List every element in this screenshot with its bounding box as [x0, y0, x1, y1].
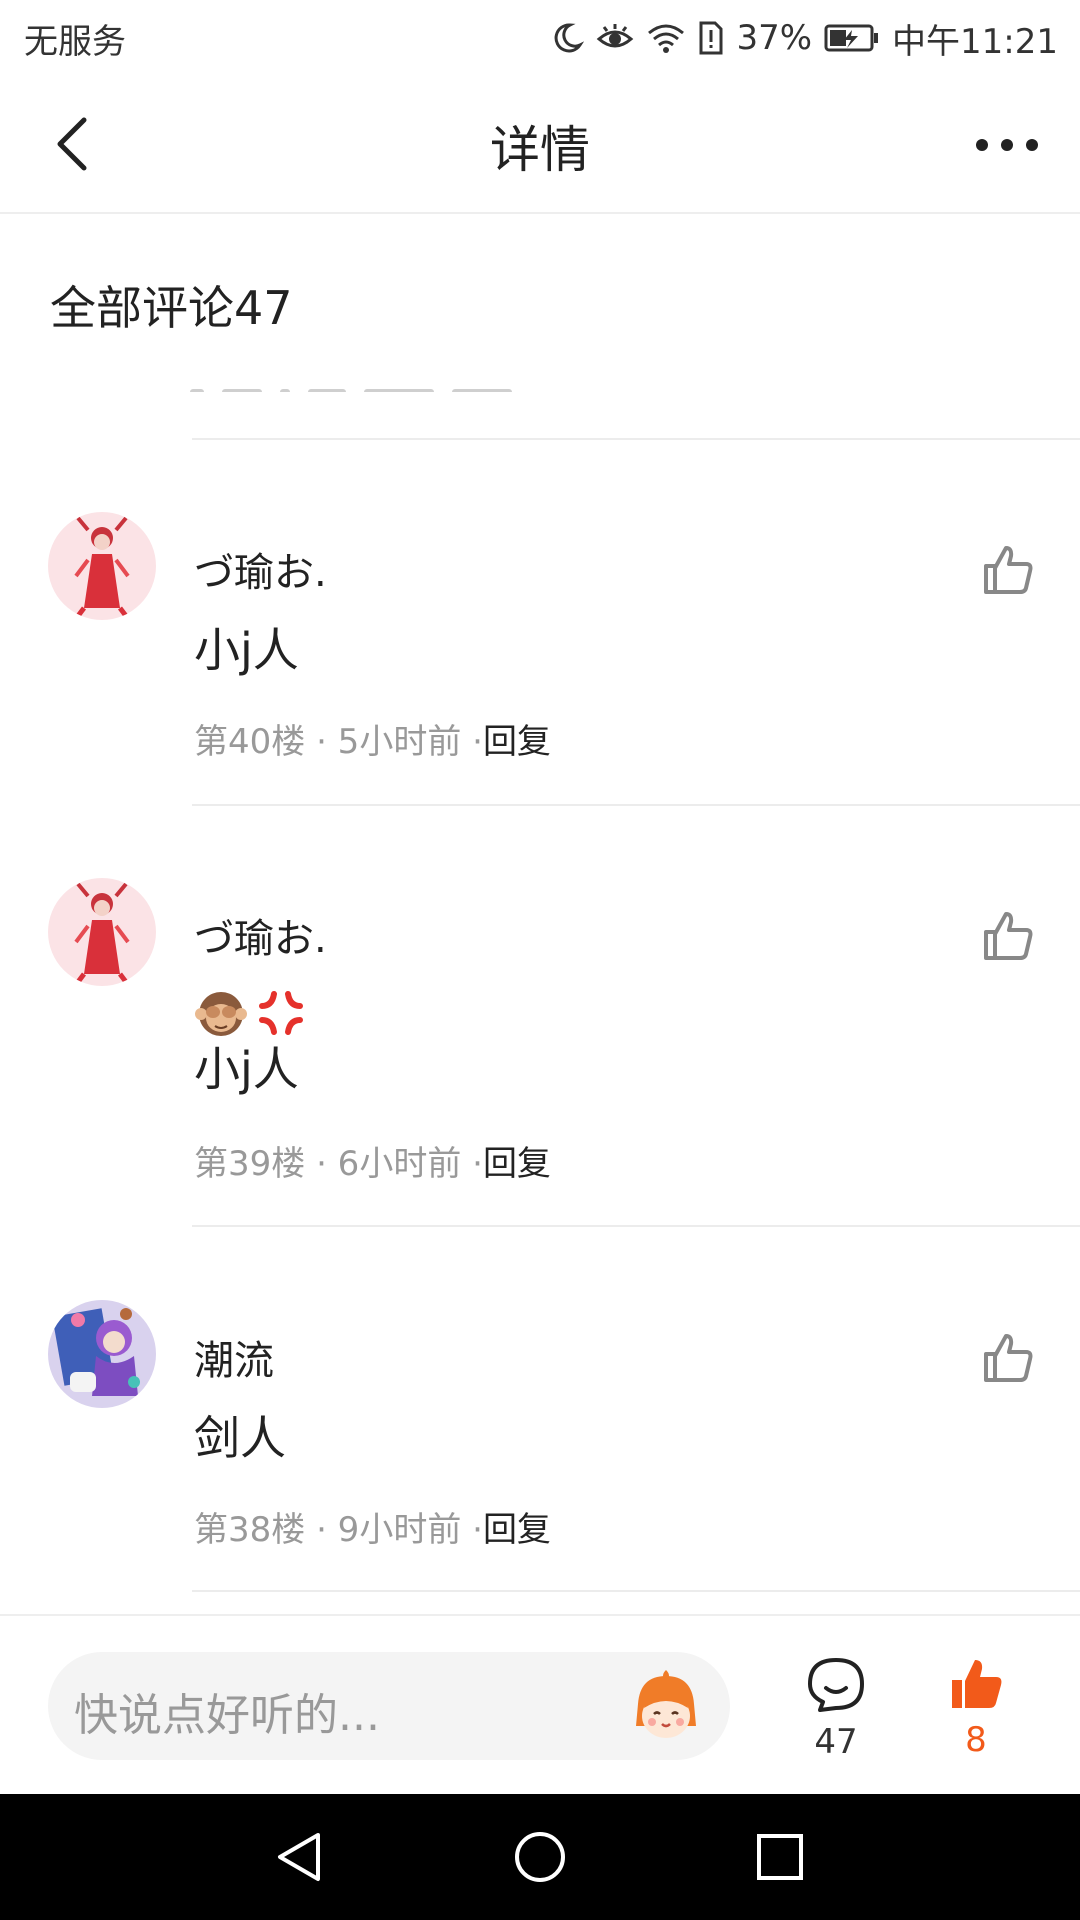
like-button[interactable]	[980, 908, 1036, 964]
comment-count-value: 47	[814, 1722, 858, 1762]
nav-home-icon	[515, 1832, 565, 1882]
battery-percent: 37%	[736, 18, 813, 58]
divider	[192, 438, 1080, 440]
comment-text: 小j人	[194, 1042, 299, 1096]
mascot-icon	[636, 1670, 696, 1738]
floor-and-time: 第39楼 · 6小时前 ·	[194, 1144, 483, 1184]
comment-meta: 第40楼 · 5小时前 ·回复	[194, 714, 551, 763]
divider	[192, 1590, 1080, 1592]
moon-icon	[555, 23, 585, 53]
like-button[interactable]	[980, 542, 1036, 598]
avatar[interactable]	[48, 1300, 156, 1408]
bottom-comment-bar: 快说点好听的... 47 8	[0, 1614, 1080, 1794]
comment-input[interactable]: 快说点好听的...	[48, 1652, 730, 1760]
reply-button[interactable]: 回复	[483, 722, 551, 762]
nav-recents-icon	[757, 1834, 803, 1880]
floor-and-time: 第38楼 · 9小时前 ·	[194, 1510, 483, 1550]
thumbs-up-icon	[984, 912, 1033, 960]
reply-button[interactable]: 回复	[483, 1510, 551, 1550]
avatar[interactable]	[48, 512, 156, 620]
thumbs-up-icon	[984, 546, 1033, 594]
clipped-previous-comment	[190, 380, 570, 392]
nav-back-icon	[278, 1833, 320, 1881]
status-icons: 37% 中午11:21	[550, 14, 1058, 62]
eye-icon	[597, 24, 634, 48]
battery-charging-icon	[824, 24, 879, 52]
status-bar: 无服务 37% 中午11:21	[0, 0, 1080, 76]
reply-button[interactable]: 回复	[483, 1144, 551, 1184]
comment-text: 剑人	[194, 1411, 286, 1465]
more-dots-icon	[976, 139, 1038, 151]
system-nav-bar	[0, 1794, 1080, 1920]
nav-recents-button[interactable]	[750, 1827, 810, 1887]
emoji-row	[194, 986, 308, 1040]
wifi-icon	[648, 24, 685, 53]
mascot-emoji-button[interactable]	[626, 1668, 706, 1748]
comment-username[interactable]: づ瑜お.	[194, 540, 327, 598]
avatar-image	[48, 1300, 156, 1408]
thumbs-up-filled-icon	[952, 1660, 1002, 1708]
comment-meta: 第39楼 · 6小时前 ·回复	[194, 1136, 551, 1185]
comment-count-button[interactable]: 47	[800, 1656, 872, 1762]
post-like-button[interactable]: 8	[940, 1656, 1012, 1760]
thumbs-up-icon	[984, 1334, 1033, 1382]
clock: 中午11:21	[892, 21, 1058, 62]
more-button[interactable]	[970, 120, 1044, 170]
divider	[192, 804, 1080, 806]
carrier-label: 无服务	[24, 22, 126, 62]
divider	[192, 1225, 1080, 1227]
comment-input-placeholder: 快说点好听的...	[74, 1690, 380, 1741]
avatar-image	[48, 878, 156, 986]
alert-sim-icon	[699, 21, 723, 55]
page-title: 详情	[490, 121, 590, 179]
nav-back-button[interactable]	[270, 1827, 330, 1887]
see-no-evil-monkey-emoji-icon	[195, 992, 247, 1036]
comment-text: 小j人	[194, 623, 299, 677]
like-button[interactable]	[980, 1330, 1036, 1386]
post-like-count-value: 8	[965, 1720, 987, 1760]
anger-symbol-emoji-icon	[259, 991, 303, 1035]
avatar-image	[48, 512, 156, 620]
top-nav-bar: 详情	[0, 76, 1080, 214]
comment-meta: 第38楼 · 9小时前 ·回复	[194, 1502, 551, 1551]
avatar[interactable]	[48, 878, 156, 986]
comment-username[interactable]: づ瑜お.	[194, 906, 327, 964]
comments-count-heading: 全部评论47	[50, 281, 293, 335]
comment-username[interactable]: 潮流	[194, 1328, 274, 1386]
nav-home-button[interactable]	[510, 1827, 570, 1887]
floor-and-time: 第40楼 · 5小时前 ·	[194, 722, 483, 762]
comment-bubble-icon	[808, 1658, 864, 1712]
